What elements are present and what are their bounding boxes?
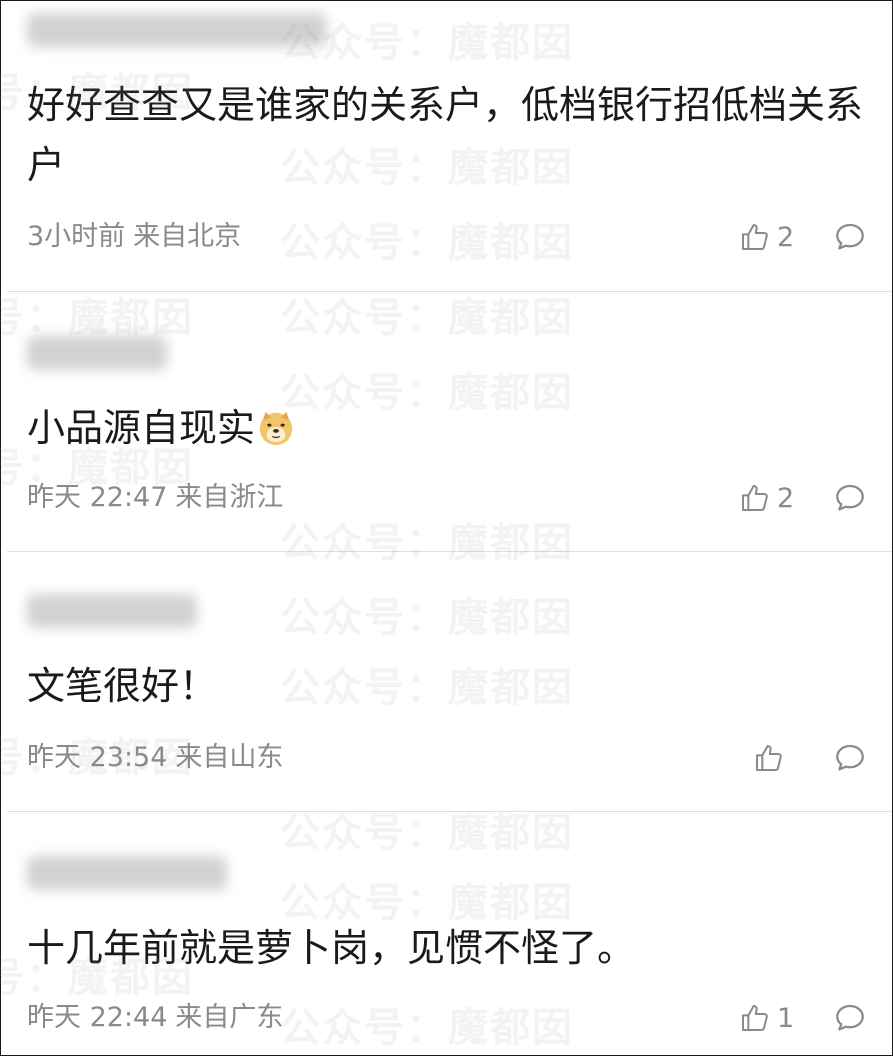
like-count: 2 xyxy=(777,221,795,253)
blurred-username xyxy=(27,336,167,370)
comment-time: 昨天 23:54 xyxy=(27,742,168,773)
blurred-username xyxy=(27,13,327,47)
reply-bubble-icon[interactable] xyxy=(833,741,867,775)
reply-bubble-icon[interactable] xyxy=(833,220,867,254)
comment-location: 来自山东 xyxy=(175,742,284,773)
comment-time: 昨天 22:47 xyxy=(27,482,168,513)
comment-meta: 昨天 23:54 来自山东 xyxy=(27,740,283,776)
comment-meta: 3小时前 来自北京 xyxy=(27,219,241,255)
comment-location: 来自北京 xyxy=(133,221,242,252)
comment-location: 来自广东 xyxy=(175,1002,284,1033)
comment-meta: 昨天 22:44 来自广东 xyxy=(27,1000,283,1036)
like-button[interactable]: 2 xyxy=(739,480,794,516)
comment-item: 十几年前就是萝卜岗，见惯不怪了。 昨天 22:44 来自广东 1 xyxy=(1,812,892,1055)
reply-bubble-icon[interactable] xyxy=(833,1001,867,1035)
thumbs-up-icon xyxy=(742,1005,768,1031)
comment-content: 好好查查又是谁家的关系户，低档银行招低档关系户 xyxy=(27,83,864,187)
comment-meta: 昨天 22:47 来自浙江 xyxy=(27,480,283,516)
thumbs-up-icon xyxy=(742,485,768,511)
comment-content: 十几年前就是萝卜岗，见惯不怪了。 xyxy=(27,926,636,970)
comment-list: 好好查查又是谁家的关系户，低档银行招低档关系户 3小时前 来自北京 2 小品源自现… xyxy=(0,0,893,1056)
blurred-username xyxy=(27,594,197,628)
comment-item: 好好查查又是谁家的关系户，低档银行招低档关系户 3小时前 来自北京 2 xyxy=(1,1,892,291)
like-count: 2 xyxy=(777,482,795,514)
reply-bubble-icon[interactable] xyxy=(833,481,867,515)
comment-time: 3小时前 xyxy=(27,221,126,252)
thumbs-up-icon xyxy=(756,745,782,771)
thumbs-up-icon xyxy=(742,224,768,250)
comment-item: 文笔很好！ 昨天 23:54 来自山东 xyxy=(1,552,892,811)
like-button[interactable]: 1 xyxy=(739,1000,794,1036)
comment-content: 文笔很好！ xyxy=(27,664,218,708)
comment-content: 小品源自现实 xyxy=(27,398,872,458)
like-button[interactable] xyxy=(753,740,791,776)
comment-text: 小品源自现实 xyxy=(27,406,256,450)
comment-item: 小品源自现实 昨天 22:47 来自浙江 2 xyxy=(1,292,892,551)
comment-time: 昨天 22:44 xyxy=(27,1002,168,1033)
like-count: 1 xyxy=(777,1002,795,1034)
comment-location: 来自浙江 xyxy=(175,482,284,513)
doge-emoji xyxy=(259,411,293,446)
blurred-username xyxy=(27,856,227,890)
like-button[interactable]: 2 xyxy=(739,219,794,255)
